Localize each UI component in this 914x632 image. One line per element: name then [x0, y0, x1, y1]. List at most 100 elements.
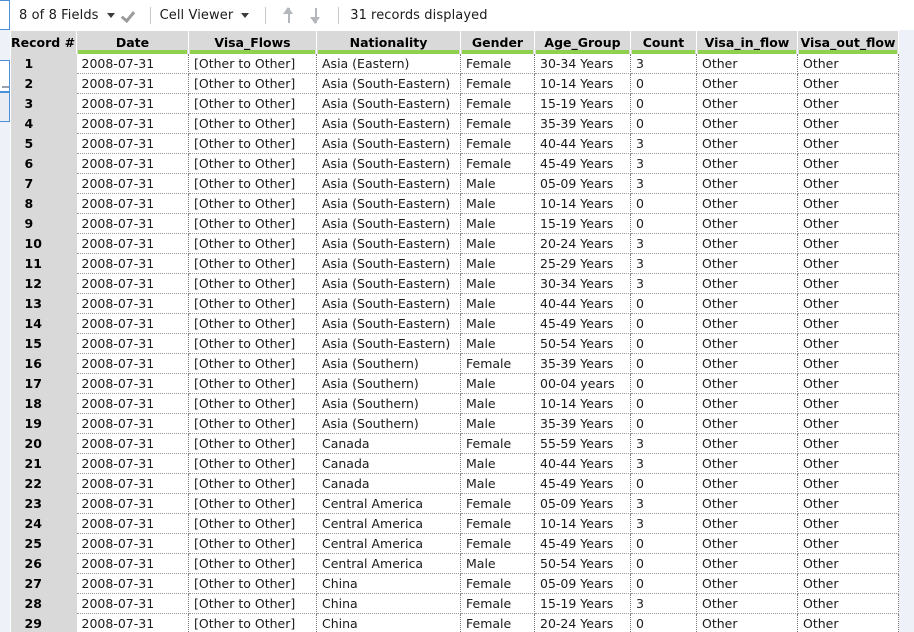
- left-rail-top[interactable]: [0, 0, 10, 30]
- column-header-record[interactable]: Record #: [10, 30, 77, 54]
- table-cell[interactable]: Other: [696, 413, 798, 434]
- table-cell[interactable]: Asia (South-Eastern): [316, 273, 461, 294]
- table-cell[interactable]: 45-49 Years: [534, 473, 631, 494]
- table-cell[interactable]: Male: [460, 233, 535, 254]
- table-cell[interactable]: 2008-07-31: [76, 453, 189, 474]
- table-cell[interactable]: [Other to Other]: [188, 133, 317, 154]
- table-cell[interactable]: [Other to Other]: [188, 333, 317, 354]
- table-cell[interactable]: 2008-07-31: [76, 73, 189, 94]
- table-cell[interactable]: 10-14 Years: [534, 393, 631, 414]
- arrow-up-icon[interactable]: [280, 6, 297, 25]
- table-cell[interactable]: Other: [696, 53, 798, 74]
- table-cell[interactable]: Central America: [316, 493, 461, 514]
- table-row[interactable]: 21 2008-07-31 [Other to Other] Canada Male 40…: [10, 453, 899, 474]
- table-cell[interactable]: Male: [460, 213, 535, 234]
- table-cell[interactable]: Other: [696, 513, 798, 534]
- table-cell[interactable]: Female: [460, 53, 535, 74]
- table-cell[interactable]: [Other to Other]: [188, 493, 317, 514]
- chevron-down-icon[interactable]: [106, 12, 115, 18]
- table-cell[interactable]: 35-39 Years: [534, 353, 631, 374]
- table-cell[interactable]: 30-34 Years: [534, 53, 631, 74]
- table-cell[interactable]: Other: [797, 433, 899, 454]
- table-cell[interactable]: Other: [797, 153, 899, 174]
- column-header-visa-in-flow[interactable]: Visa_in_flow: [696, 30, 798, 54]
- table-cell[interactable]: [Other to Other]: [188, 313, 317, 334]
- table-cell[interactable]: Asia (South-Eastern): [316, 293, 461, 314]
- table-cell[interactable]: Female: [460, 593, 535, 614]
- table-cell[interactable]: 3: [630, 133, 697, 154]
- table-row[interactable]: 24 2008-07-31 [Other to Other] Central Amer…: [10, 513, 899, 534]
- table-cell[interactable]: [Other to Other]: [188, 273, 317, 294]
- table-cell[interactable]: 15-19 Years: [534, 93, 631, 114]
- table-cell[interactable]: 2008-07-31: [76, 153, 189, 174]
- table-row[interactable]: 4 2008-07-31 [Other to Other] Asia (South-E…: [10, 113, 899, 134]
- table-cell[interactable]: Female: [460, 513, 535, 534]
- table-cell[interactable]: 2008-07-31: [76, 533, 189, 554]
- table-cell[interactable]: 0: [630, 613, 697, 632]
- table-cell[interactable]: 20-24 Years: [534, 233, 631, 254]
- table-row[interactable]: 6 2008-07-31 [Other to Other] Asia (South-E…: [10, 153, 899, 174]
- table-cell[interactable]: Other: [797, 273, 899, 294]
- column-header-visa-out-flow[interactable]: Visa_out_flow: [797, 30, 899, 54]
- table-cell[interactable]: 30-34 Years: [534, 273, 631, 294]
- table-cell[interactable]: 3: [630, 253, 697, 274]
- table-cell[interactable]: [Other to Other]: [188, 293, 317, 314]
- table-cell[interactable]: 2008-07-31: [76, 213, 189, 234]
- table-cell[interactable]: Asia (South-Eastern): [316, 73, 461, 94]
- column-header-visa-flows[interactable]: Visa_Flows: [188, 30, 317, 54]
- table-cell[interactable]: [Other to Other]: [188, 393, 317, 414]
- table-row[interactable]: 5 2008-07-31 [Other to Other] Asia (South-E…: [10, 133, 899, 154]
- table-cell[interactable]: 2008-07-31: [76, 313, 189, 334]
- table-cell[interactable]: [Other to Other]: [188, 453, 317, 474]
- table-cell[interactable]: 35-39 Years: [534, 113, 631, 134]
- table-cell[interactable]: Other: [797, 133, 899, 154]
- table-cell[interactable]: Central America: [316, 533, 461, 554]
- table-cell[interactable]: 0: [630, 413, 697, 434]
- table-cell[interactable]: Canada: [316, 453, 461, 474]
- table-cell[interactable]: 45-49 Years: [534, 153, 631, 174]
- column-header-nationality[interactable]: Nationality: [316, 30, 461, 54]
- table-cell[interactable]: 2008-07-31: [76, 193, 189, 214]
- table-cell[interactable]: Female: [460, 493, 535, 514]
- table-cell[interactable]: [Other to Other]: [188, 253, 317, 274]
- table-cell[interactable]: 40-44 Years: [534, 133, 631, 154]
- table-cell[interactable]: [Other to Other]: [188, 593, 317, 614]
- table-cell[interactable]: Male: [460, 253, 535, 274]
- table-cell[interactable]: [Other to Other]: [188, 573, 317, 594]
- table-row[interactable]: 15 2008-07-31 [Other to Other] Asia (South-…: [10, 333, 899, 354]
- table-cell[interactable]: Other: [797, 193, 899, 214]
- table-cell[interactable]: Male: [460, 313, 535, 334]
- table-cell[interactable]: 0: [630, 533, 697, 554]
- table-cell[interactable]: Other: [797, 333, 899, 354]
- table-cell[interactable]: 50-54 Years: [534, 333, 631, 354]
- table-cell[interactable]: [Other to Other]: [188, 153, 317, 174]
- table-cell[interactable]: 15-19 Years: [534, 593, 631, 614]
- table-cell[interactable]: Other: [696, 173, 798, 194]
- table-cell[interactable]: Other: [797, 613, 899, 632]
- table-cell[interactable]: Asia (Eastern): [316, 53, 461, 74]
- table-cell[interactable]: Other: [696, 473, 798, 494]
- table-cell[interactable]: Other: [696, 73, 798, 94]
- table-cell[interactable]: 2008-07-31: [76, 253, 189, 274]
- table-cell[interactable]: 3: [630, 153, 697, 174]
- table-cell[interactable]: China: [316, 613, 461, 632]
- table-cell[interactable]: 0: [630, 93, 697, 114]
- table-cell[interactable]: Female: [460, 113, 535, 134]
- data-grid-scroll-area[interactable]: Record # Date Visa_Flows Nationality Gender A…: [10, 30, 914, 632]
- table-cell[interactable]: 2008-07-31: [76, 393, 189, 414]
- table-cell[interactable]: 45-49 Years: [534, 313, 631, 334]
- table-cell[interactable]: Male: [460, 413, 535, 434]
- table-cell[interactable]: Other: [696, 353, 798, 374]
- table-cell[interactable]: [Other to Other]: [188, 513, 317, 534]
- table-row[interactable]: 12 2008-07-31 [Other to Other] Asia (South-…: [10, 273, 899, 294]
- table-cell[interactable]: Other: [696, 533, 798, 554]
- table-row[interactable]: 10 2008-07-31 [Other to Other] Asia (South-…: [10, 233, 899, 254]
- table-row[interactable]: 23 2008-07-31 [Other to Other] Central Amer…: [10, 493, 899, 514]
- table-cell[interactable]: 35-39 Years: [534, 413, 631, 434]
- table-cell[interactable]: Male: [460, 473, 535, 494]
- table-cell[interactable]: 0: [630, 373, 697, 394]
- table-cell[interactable]: [Other to Other]: [188, 173, 317, 194]
- table-row[interactable]: 26 2008-07-31 [Other to Other] Central Amer…: [10, 553, 899, 574]
- table-cell[interactable]: Other: [797, 113, 899, 134]
- table-cell[interactable]: 3: [630, 453, 697, 474]
